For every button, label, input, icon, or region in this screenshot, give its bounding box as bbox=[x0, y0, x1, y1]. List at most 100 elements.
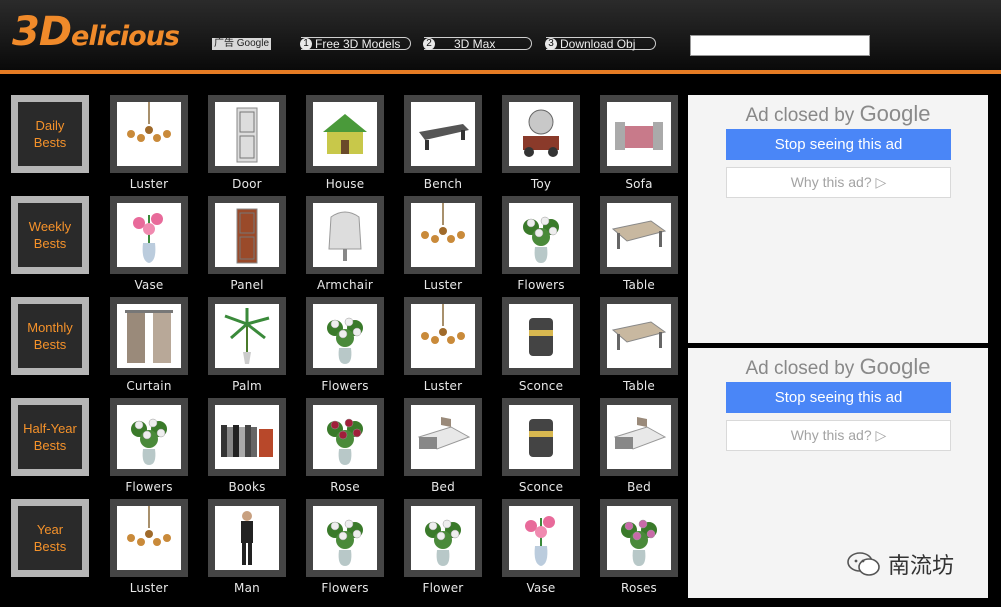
model-label[interactable]: Sconce bbox=[502, 480, 580, 494]
model-item-sofa[interactable]: Sofa bbox=[600, 95, 678, 191]
ad-link-3d-max[interactable]: 2 3D Max bbox=[423, 37, 532, 50]
thumbnail-frame[interactable] bbox=[404, 95, 482, 173]
model-thumbnail[interactable] bbox=[215, 102, 279, 166]
thumbnail-frame[interactable] bbox=[404, 398, 482, 476]
model-item-house[interactable]: House bbox=[306, 95, 384, 191]
model-item-flower[interactable]: Flower bbox=[404, 499, 482, 595]
model-item-luster[interactable]: Luster bbox=[110, 499, 188, 595]
model-label[interactable]: Flower bbox=[404, 581, 482, 595]
thumbnail-frame[interactable] bbox=[110, 297, 188, 375]
thumbnail-frame[interactable] bbox=[404, 196, 482, 274]
model-label[interactable]: Luster bbox=[404, 278, 482, 292]
model-item-bed[interactable]: Bed bbox=[404, 398, 482, 494]
model-label[interactable]: Table bbox=[600, 278, 678, 292]
model-thumbnail[interactable] bbox=[607, 102, 671, 166]
model-label[interactable]: Panel bbox=[208, 278, 286, 292]
model-item-bed[interactable]: Bed bbox=[600, 398, 678, 494]
model-item-bench[interactable]: Bench bbox=[404, 95, 482, 191]
thumbnail-frame[interactable] bbox=[208, 95, 286, 173]
thumbnail-frame[interactable] bbox=[502, 297, 580, 375]
model-item-panel[interactable]: Panel bbox=[208, 196, 286, 292]
thumbnail-frame[interactable] bbox=[502, 398, 580, 476]
thumbnail-frame[interactable] bbox=[208, 297, 286, 375]
model-item-luster[interactable]: Luster bbox=[110, 95, 188, 191]
model-thumbnail[interactable] bbox=[607, 203, 671, 267]
thumbnail-frame[interactable] bbox=[306, 398, 384, 476]
stop-seeing-ad-button[interactable]: Stop seeing this ad bbox=[726, 129, 951, 160]
model-label[interactable]: Luster bbox=[110, 177, 188, 191]
thumbnail-frame[interactable] bbox=[600, 499, 678, 577]
category-daily-bests[interactable]: Daily Bests bbox=[11, 95, 89, 173]
ad-link-download-obj[interactable]: 3 Download Obj bbox=[545, 37, 656, 50]
model-label[interactable]: Palm bbox=[208, 379, 286, 393]
model-label[interactable]: House bbox=[306, 177, 384, 191]
model-label[interactable]: Table bbox=[600, 379, 678, 393]
thumbnail-frame[interactable] bbox=[502, 95, 580, 173]
model-label[interactable]: Bench bbox=[404, 177, 482, 191]
model-thumbnail[interactable] bbox=[411, 102, 475, 166]
model-label[interactable]: Flowers bbox=[306, 581, 384, 595]
model-item-books[interactable]: Books bbox=[208, 398, 286, 494]
model-thumbnail[interactable] bbox=[313, 102, 377, 166]
model-label[interactable]: Toy bbox=[502, 177, 580, 191]
thumbnail-frame[interactable] bbox=[306, 297, 384, 375]
model-item-flowers[interactable]: Flowers bbox=[110, 398, 188, 494]
thumbnail-frame[interactable] bbox=[306, 95, 384, 173]
model-label[interactable]: Bed bbox=[600, 480, 678, 494]
model-thumbnail[interactable] bbox=[117, 304, 181, 368]
model-thumbnail[interactable] bbox=[313, 506, 377, 570]
model-item-armchair[interactable]: Armchair bbox=[306, 196, 384, 292]
model-thumbnail[interactable] bbox=[215, 304, 279, 368]
stop-seeing-ad-button[interactable]: Stop seeing this ad bbox=[726, 382, 951, 413]
model-item-flowers[interactable]: Flowers bbox=[306, 297, 384, 393]
model-label[interactable]: Rose bbox=[306, 480, 384, 494]
model-item-sconce[interactable]: Sconce bbox=[502, 398, 580, 494]
model-label[interactable]: Bed bbox=[404, 480, 482, 494]
model-item-palm[interactable]: Palm bbox=[208, 297, 286, 393]
model-label[interactable]: Roses bbox=[600, 581, 678, 595]
model-item-vase[interactable]: Vase bbox=[110, 196, 188, 292]
model-item-sconce[interactable]: Sconce bbox=[502, 297, 580, 393]
model-label[interactable]: Flowers bbox=[502, 278, 580, 292]
model-label[interactable]: Vase bbox=[110, 278, 188, 292]
model-item-man[interactable]: Man bbox=[208, 499, 286, 595]
model-thumbnail[interactable] bbox=[215, 203, 279, 267]
model-item-door[interactable]: Door bbox=[208, 95, 286, 191]
model-thumbnail[interactable] bbox=[313, 203, 377, 267]
why-this-ad-button[interactable]: Why this ad? ▷ bbox=[726, 167, 951, 198]
model-item-flowers[interactable]: Flowers bbox=[502, 196, 580, 292]
model-label[interactable]: Luster bbox=[110, 581, 188, 595]
thumbnail-frame[interactable] bbox=[600, 398, 678, 476]
thumbnail-frame[interactable] bbox=[600, 95, 678, 173]
model-item-flowers[interactable]: Flowers bbox=[306, 499, 384, 595]
model-thumbnail[interactable] bbox=[117, 203, 181, 267]
thumbnail-frame[interactable] bbox=[404, 499, 482, 577]
thumbnail-frame[interactable] bbox=[502, 499, 580, 577]
model-item-toy[interactable]: Toy bbox=[502, 95, 580, 191]
thumbnail-frame[interactable] bbox=[600, 297, 678, 375]
model-label[interactable]: Vase bbox=[502, 581, 580, 595]
model-thumbnail[interactable] bbox=[117, 506, 181, 570]
model-item-table[interactable]: Table bbox=[600, 196, 678, 292]
model-label[interactable]: Door bbox=[208, 177, 286, 191]
model-thumbnail[interactable] bbox=[411, 506, 475, 570]
site-logo[interactable]: 3Delicious bbox=[12, 12, 180, 52]
model-item-vase[interactable]: Vase bbox=[502, 499, 580, 595]
model-item-rose[interactable]: Rose bbox=[306, 398, 384, 494]
thumbnail-frame[interactable] bbox=[404, 297, 482, 375]
category-monthly-bests[interactable]: Monthly Bests bbox=[11, 297, 89, 375]
model-item-luster[interactable]: Luster bbox=[404, 297, 482, 393]
model-thumbnail[interactable] bbox=[117, 405, 181, 469]
model-item-roses[interactable]: Roses bbox=[600, 499, 678, 595]
model-thumbnail[interactable] bbox=[509, 405, 573, 469]
thumbnail-frame[interactable] bbox=[110, 398, 188, 476]
model-thumbnail[interactable] bbox=[411, 304, 475, 368]
model-thumbnail[interactable] bbox=[215, 506, 279, 570]
model-thumbnail[interactable] bbox=[411, 405, 475, 469]
model-label[interactable]: Flowers bbox=[306, 379, 384, 393]
model-thumbnail[interactable] bbox=[509, 102, 573, 166]
model-thumbnail[interactable] bbox=[509, 304, 573, 368]
thumbnail-frame[interactable] bbox=[600, 196, 678, 274]
model-label[interactable]: Luster bbox=[404, 379, 482, 393]
model-thumbnail[interactable] bbox=[117, 102, 181, 166]
